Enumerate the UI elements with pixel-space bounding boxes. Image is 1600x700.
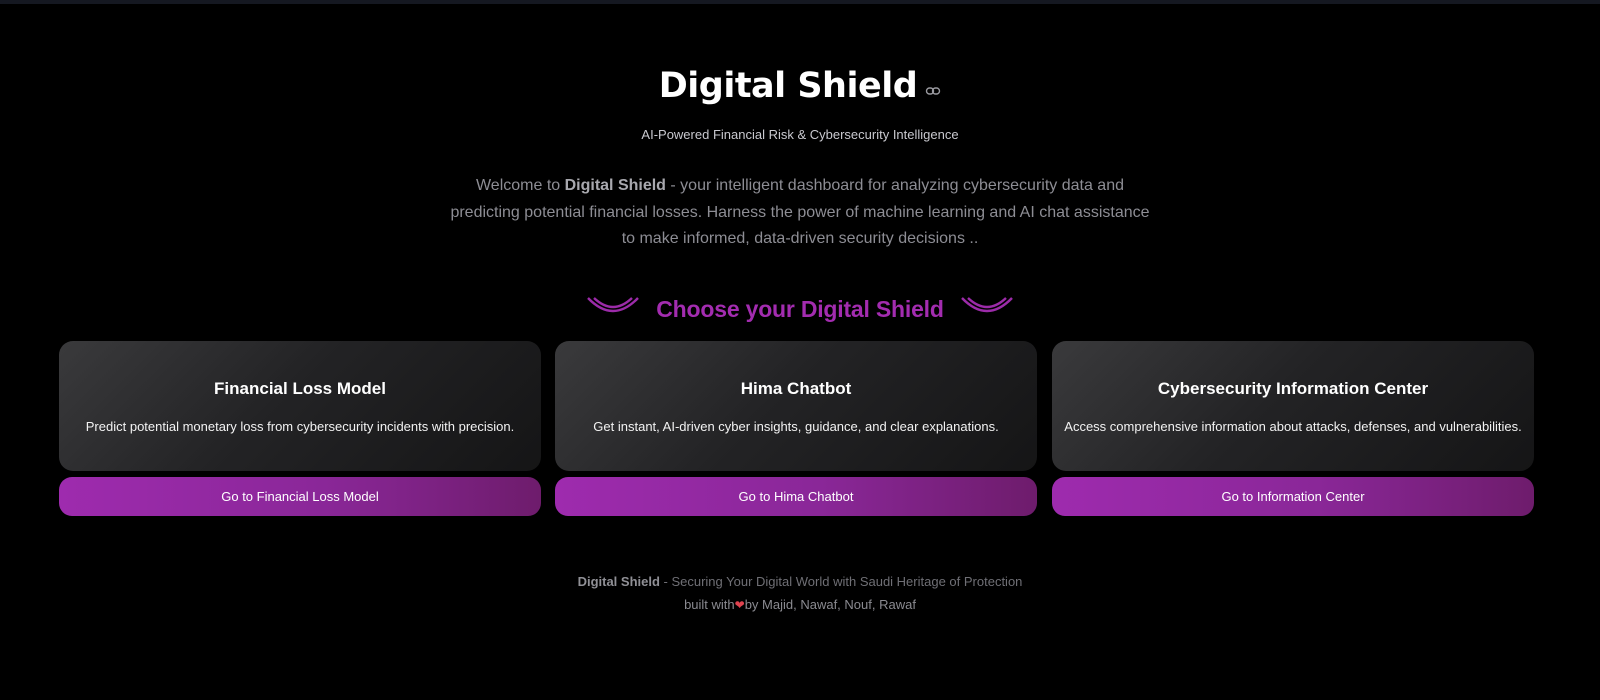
choose-heading-row: Choose your Digital Shield bbox=[0, 294, 1600, 324]
go-to-hima-chatbot-button[interactable]: Go to Hima Chatbot bbox=[555, 477, 1037, 516]
card-title: Hima Chatbot bbox=[740, 379, 852, 398]
intro-brand: Digital Shield bbox=[564, 177, 666, 194]
arc-right-icon bbox=[959, 294, 1015, 324]
page-subtitle: AI-Powered Financial Risk & Cybersecurit… bbox=[641, 127, 959, 142]
card-description: Predict potential monetary loss from cyb… bbox=[85, 419, 515, 434]
card-title: Cybersecurity Information Center bbox=[1157, 379, 1429, 398]
link-icon[interactable] bbox=[925, 84, 941, 96]
arc-left-icon bbox=[585, 294, 641, 324]
footer-brand: Digital Shield bbox=[577, 574, 660, 589]
footer-credits: built with❤by Majid, Nawaf, Nouf, Rawaf bbox=[0, 597, 1600, 612]
card-financial-loss-model: Financial Loss Model Predict potential m… bbox=[59, 341, 541, 471]
card-hima-chatbot: Hima Chatbot Get instant, AI-driven cybe… bbox=[555, 341, 1037, 471]
intro-prefix: Welcome to bbox=[475, 177, 565, 194]
header: Digital Shield bbox=[0, 66, 1600, 106]
page-title: Digital Shield bbox=[658, 66, 918, 106]
go-to-information-center-button[interactable]: Go to Information Center bbox=[1052, 477, 1534, 516]
intro-paragraph: Welcome to Digital Shield - your intelli… bbox=[450, 173, 1150, 253]
heart-icon: ❤ bbox=[734, 598, 745, 612]
footer-built-suffix: by Majid, Nawaf, Nouf, Rawaf bbox=[744, 597, 916, 612]
footer-tagline-text: - Securing Your Digital World with Saudi… bbox=[659, 574, 1023, 589]
footer-built-prefix: built with bbox=[684, 597, 735, 612]
footer-tagline: Digital Shield - Securing Your Digital W… bbox=[0, 574, 1600, 589]
card-description: Access comprehensive information about a… bbox=[1064, 419, 1522, 434]
card-information-center: Cybersecurity Information Center Access … bbox=[1052, 341, 1534, 471]
main-page: Digital Shield AI-Powered Financial Risk… bbox=[0, 0, 1600, 700]
choose-heading: Choose your Digital Shield bbox=[656, 295, 944, 322]
go-to-financial-loss-model-button[interactable]: Go to Financial Loss Model bbox=[59, 477, 541, 516]
card-description: Get instant, AI-driven cyber insights, g… bbox=[593, 419, 999, 434]
card-title: Financial Loss Model bbox=[214, 379, 386, 398]
